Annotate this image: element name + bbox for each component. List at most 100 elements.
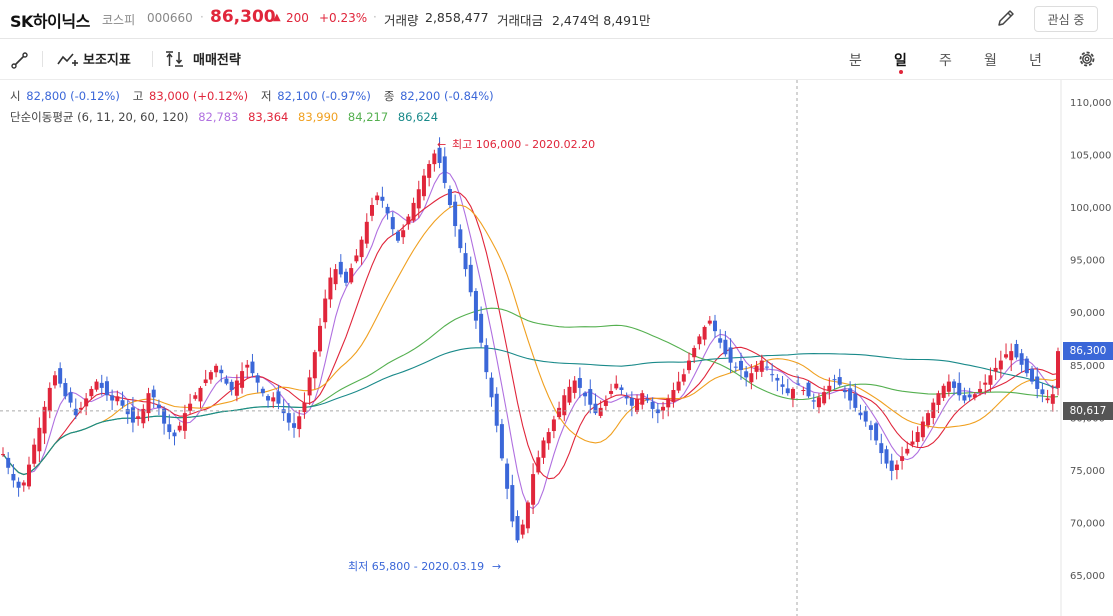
candle-body [874,423,879,441]
candle [193,392,198,401]
candle [42,401,47,445]
candle-body [572,380,577,393]
candle-body [146,393,151,414]
indicator-icon[interactable] [56,49,78,69]
candle-body [52,375,57,386]
candle-body [520,524,525,535]
candle [962,387,967,404]
candle [63,378,68,400]
draw-line-icon[interactable] [10,50,30,70]
candle-body [297,416,302,430]
candle [655,403,660,424]
price-change-pct: +0.23% [319,11,368,25]
candle-body [848,388,853,401]
candle-body [926,413,931,426]
candle [369,197,374,222]
crosshair-price-tag: 80,617 [1063,401,1113,420]
candle-body [266,396,271,401]
candle-body [1035,376,1040,389]
candle-body [744,371,749,378]
separator-dot: · [373,10,377,24]
candlestick-chart[interactable]: 110,000105,000100,00095,00090,00085,0008… [0,80,1113,616]
candle-body [946,381,951,392]
candle [255,372,260,393]
candle-body [1040,389,1045,395]
candle [447,185,452,208]
candle [99,374,104,396]
candle-body [125,409,130,415]
candle [427,160,432,187]
candle [494,387,499,433]
candle [260,386,265,397]
candle [842,385,847,399]
candle [141,404,146,429]
candle [1004,343,1009,360]
candle [505,458,510,500]
candle-body [442,156,447,183]
ma-line-6 [2,170,1059,510]
candle-body [894,464,899,471]
settings-gear-icon[interactable] [1076,48,1098,70]
candle [609,383,614,397]
candle [172,429,177,446]
candle [879,433,884,464]
candle-body [998,360,1003,370]
candle-body [629,397,634,406]
candle [692,345,697,364]
candle-body [307,377,312,396]
period-minute[interactable]: 분 [849,50,862,70]
candle-body [104,381,109,396]
candle-body [338,261,343,275]
candle [1050,384,1055,412]
stock-name[interactable]: SK하이닉스 [10,8,90,32]
candle-body [889,460,894,471]
edit-pencil-icon[interactable] [995,7,1017,29]
candle [214,363,219,378]
candle-body [832,379,837,381]
active-period-indicator [899,70,903,74]
candle [354,249,359,264]
candle-body [276,391,281,404]
candle [453,194,458,237]
amount-value: 2,474억 8,491만 [552,13,651,28]
candle [182,404,187,440]
candle [16,477,21,497]
candle-body [796,383,801,385]
candles [1,137,1060,543]
trade-strategy-icon[interactable] [164,49,186,69]
candle-body [915,432,920,442]
period-month[interactable]: 월 [984,50,997,70]
candle-body [822,392,827,404]
candle-body [993,367,998,372]
indicators-button[interactable]: 보조지표 [83,49,131,68]
strategy-button[interactable]: 매매전략 [193,49,241,68]
candle [640,390,645,410]
candle-body [952,381,957,388]
watchlist-button[interactable]: 관심 중 [1034,6,1098,32]
period-day[interactable]: 일 [894,50,907,70]
period-year[interactable]: 년 [1029,50,1042,70]
candle [614,375,619,391]
candle [1014,339,1019,360]
candle-body [73,408,78,416]
candle-body [541,440,546,458]
y-tick-label: 65,000 [1070,571,1105,582]
candle [151,385,156,408]
candle [884,445,889,469]
candle-body [499,424,504,459]
candle-body [733,366,738,368]
candle [894,460,899,480]
candle-body [375,195,380,201]
candle-body [609,391,614,394]
candle [484,338,489,380]
y-tick-label: 110,000 [1070,98,1111,109]
candle [271,392,276,409]
candle [624,392,629,405]
period-week[interactable]: 주 [939,50,952,70]
candle-body [208,372,213,380]
candle [245,360,250,378]
candle-body [1019,353,1024,365]
candle-body [900,456,905,461]
candle [442,147,447,189]
candle [188,393,193,415]
